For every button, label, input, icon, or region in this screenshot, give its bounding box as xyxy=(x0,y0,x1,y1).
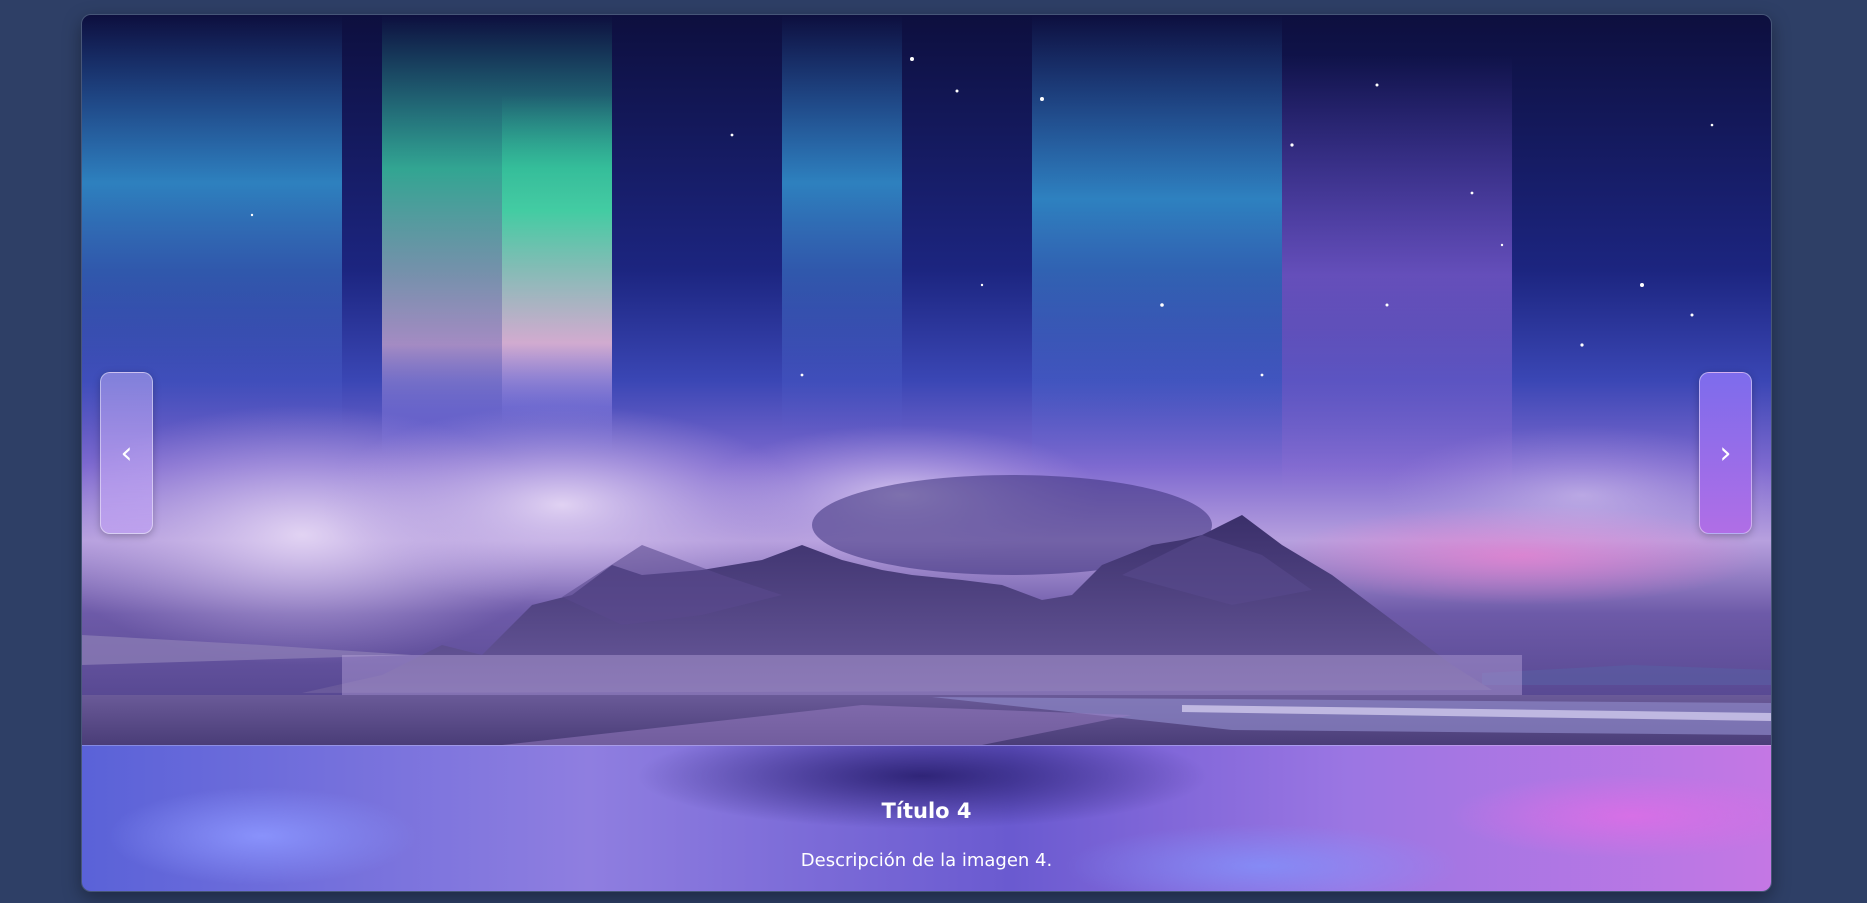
image-carousel: Título 4 Descripción de la imagen 4. xyxy=(81,14,1772,892)
next-slide-button[interactable]: › xyxy=(1699,372,1752,534)
slide-caption: Título 4 Descripción de la imagen 4. xyxy=(82,745,1771,891)
slide-title: Título 4 xyxy=(881,799,972,823)
previous-slide-button[interactable]: ‹ xyxy=(100,372,153,534)
chevron-left-icon: ‹ xyxy=(120,435,133,471)
slide-description: Descripción de la imagen 4. xyxy=(800,850,1053,871)
aurora-landscape-image xyxy=(82,15,1771,745)
slide-image xyxy=(82,15,1771,745)
chevron-right-icon: › xyxy=(1719,435,1732,471)
